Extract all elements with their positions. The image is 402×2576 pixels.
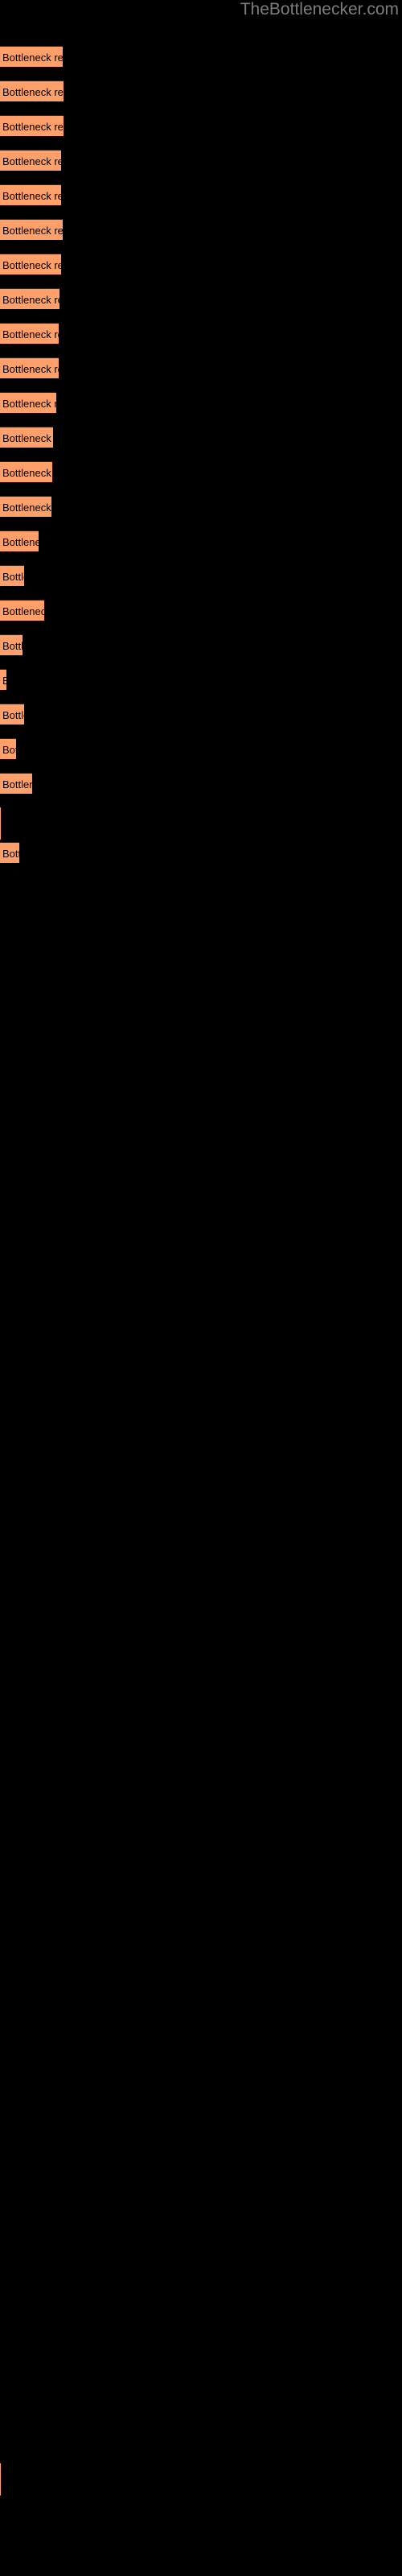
- bar-label: Bottleneck result: [2, 225, 63, 237]
- bar-label: Bottleneck result: [2, 363, 59, 375]
- bar-row: Bottleneck result: [0, 254, 402, 275]
- bar-row: Bottleneck result: [0, 427, 402, 448]
- bar-label: Bottleneck result: [2, 709, 24, 721]
- bottleneck-result-bar[interactable]: Bottleneck result: [0, 323, 59, 344]
- bar-row: Bottleneck result: [0, 323, 402, 345]
- bar-label: Bottleneck result: [2, 502, 51, 514]
- bar-row: Bottleneck result: [0, 738, 402, 760]
- bar-row: Bottleneck result: [0, 357, 402, 379]
- bar-row: Bottleneck result: [0, 565, 402, 587]
- bar-row: Bottleneck result: [0, 115, 402, 137]
- bar-label: Bottleneck result: [2, 398, 56, 410]
- bar-row: Bottleneck result: [0, 46, 402, 68]
- bar-label: Bottleneck result: [2, 259, 61, 271]
- bar-row: Bottleneck result: [0, 150, 402, 171]
- bar-label: Bottleneck result: [2, 778, 32, 791]
- bar-row: Bottleneck result: [0, 530, 402, 552]
- bottleneck-result-bar[interactable]: Bottleneck result: [0, 2463, 1, 2496]
- bar-row: Bottleneck result: [0, 219, 402, 241]
- bar-label: Bottleneck result: [2, 640, 23, 652]
- bar-label: Bottleneck result: [2, 294, 59, 306]
- bar-label: Bottleneck result: [2, 467, 52, 479]
- bottleneck-result-bar[interactable]: Bottleneck result: [0, 150, 61, 171]
- bottleneck-result-bar[interactable]: Bottleneck result: [0, 669, 6, 690]
- bar-label: Bottleneck result: [2, 155, 61, 167]
- bar-label: Bottleneck result: [2, 571, 24, 583]
- bottleneck-result-bar[interactable]: Bottleneck result: [0, 530, 39, 551]
- bottleneck-result-bar[interactable]: Bottleneck result: [0, 254, 61, 275]
- bottleneck-result-bar[interactable]: Bottleneck result: [0, 219, 63, 240]
- bar-row: Bottleneck result: [0, 392, 402, 414]
- bar-label: Bottleneck result: [2, 52, 63, 64]
- bottleneck-result-bar[interactable]: Bottleneck result: [0, 738, 16, 759]
- bottleneck-result-bar[interactable]: Bottleneck result: [0, 807, 1, 840]
- bar-row: Bottleneck result: [0, 288, 402, 310]
- bottleneck-result-bar[interactable]: Bottleneck result: [0, 704, 24, 724]
- bottleneck-result-bar[interactable]: Bottleneck result: [0, 288, 59, 309]
- bar-row: Bottleneck result: [0, 842, 402, 864]
- bottleneck-result-bar[interactable]: Bottleneck result: [0, 600, 44, 621]
- bar-row: Bottleneck result: [0, 807, 402, 840]
- bar-row: Bottleneck result: [0, 773, 402, 795]
- bar-row: Bottleneck result: [0, 2463, 402, 2496]
- bar-row: Bottleneck result: [0, 184, 402, 206]
- bottleneck-result-bar[interactable]: Bottleneck result: [0, 634, 23, 655]
- bottleneck-result-bar[interactable]: Bottleneck result: [0, 773, 32, 794]
- bar-label: Bottleneck result: [2, 605, 44, 617]
- bar-row: Bottleneck result: [0, 496, 402, 518]
- bottleneck-result-bar[interactable]: Bottleneck result: [0, 184, 61, 205]
- bar-row: Bottleneck result: [0, 634, 402, 656]
- bottleneck-result-bar[interactable]: Bottleneck result: [0, 46, 63, 67]
- bar-row: Bottleneck result: [0, 600, 402, 621]
- bottleneck-result-bar[interactable]: Bottleneck result: [0, 80, 64, 101]
- bottleneck-result-bar[interactable]: Bottleneck result: [0, 461, 52, 482]
- bottleneck-result-bar[interactable]: Bottleneck result: [0, 842, 19, 863]
- bar-row: Bottleneck result: [0, 461, 402, 483]
- bar-row: Bottleneck result: [0, 669, 402, 691]
- bar-label: Bottleneck result: [2, 190, 61, 202]
- bottleneck-result-bar[interactable]: Bottleneck result: [0, 427, 53, 448]
- bottleneck-result-bar[interactable]: Bottleneck result: [0, 357, 59, 378]
- bar-label: Bottleneck result: [2, 744, 16, 756]
- bottleneck-result-bar[interactable]: Bottleneck result: [0, 392, 56, 413]
- bar-label: Bottleneck result: [2, 86, 64, 98]
- bar-label: Bottleneck result: [2, 536, 39, 548]
- bar-label: Bottleneck result: [2, 432, 53, 444]
- bar-label: Bottleneck result: [2, 121, 64, 133]
- bottleneck-result-bar[interactable]: Bottleneck result: [0, 115, 64, 136]
- bar-label: Bottleneck result: [2, 328, 59, 341]
- bar-label: Bottleneck result: [2, 670, 6, 690]
- bar-row: Bottleneck result: [0, 704, 402, 725]
- bottleneck-result-bar[interactable]: Bottleneck result: [0, 496, 51, 517]
- bottleneck-result-bar[interactable]: Bottleneck result: [0, 565, 24, 586]
- bar-label: Bottleneck result: [2, 848, 19, 860]
- bar-row: Bottleneck result: [0, 80, 402, 102]
- bottleneck-bar-chart: Bottleneck result Bottleneck result Bottle…: [0, 0, 402, 2576]
